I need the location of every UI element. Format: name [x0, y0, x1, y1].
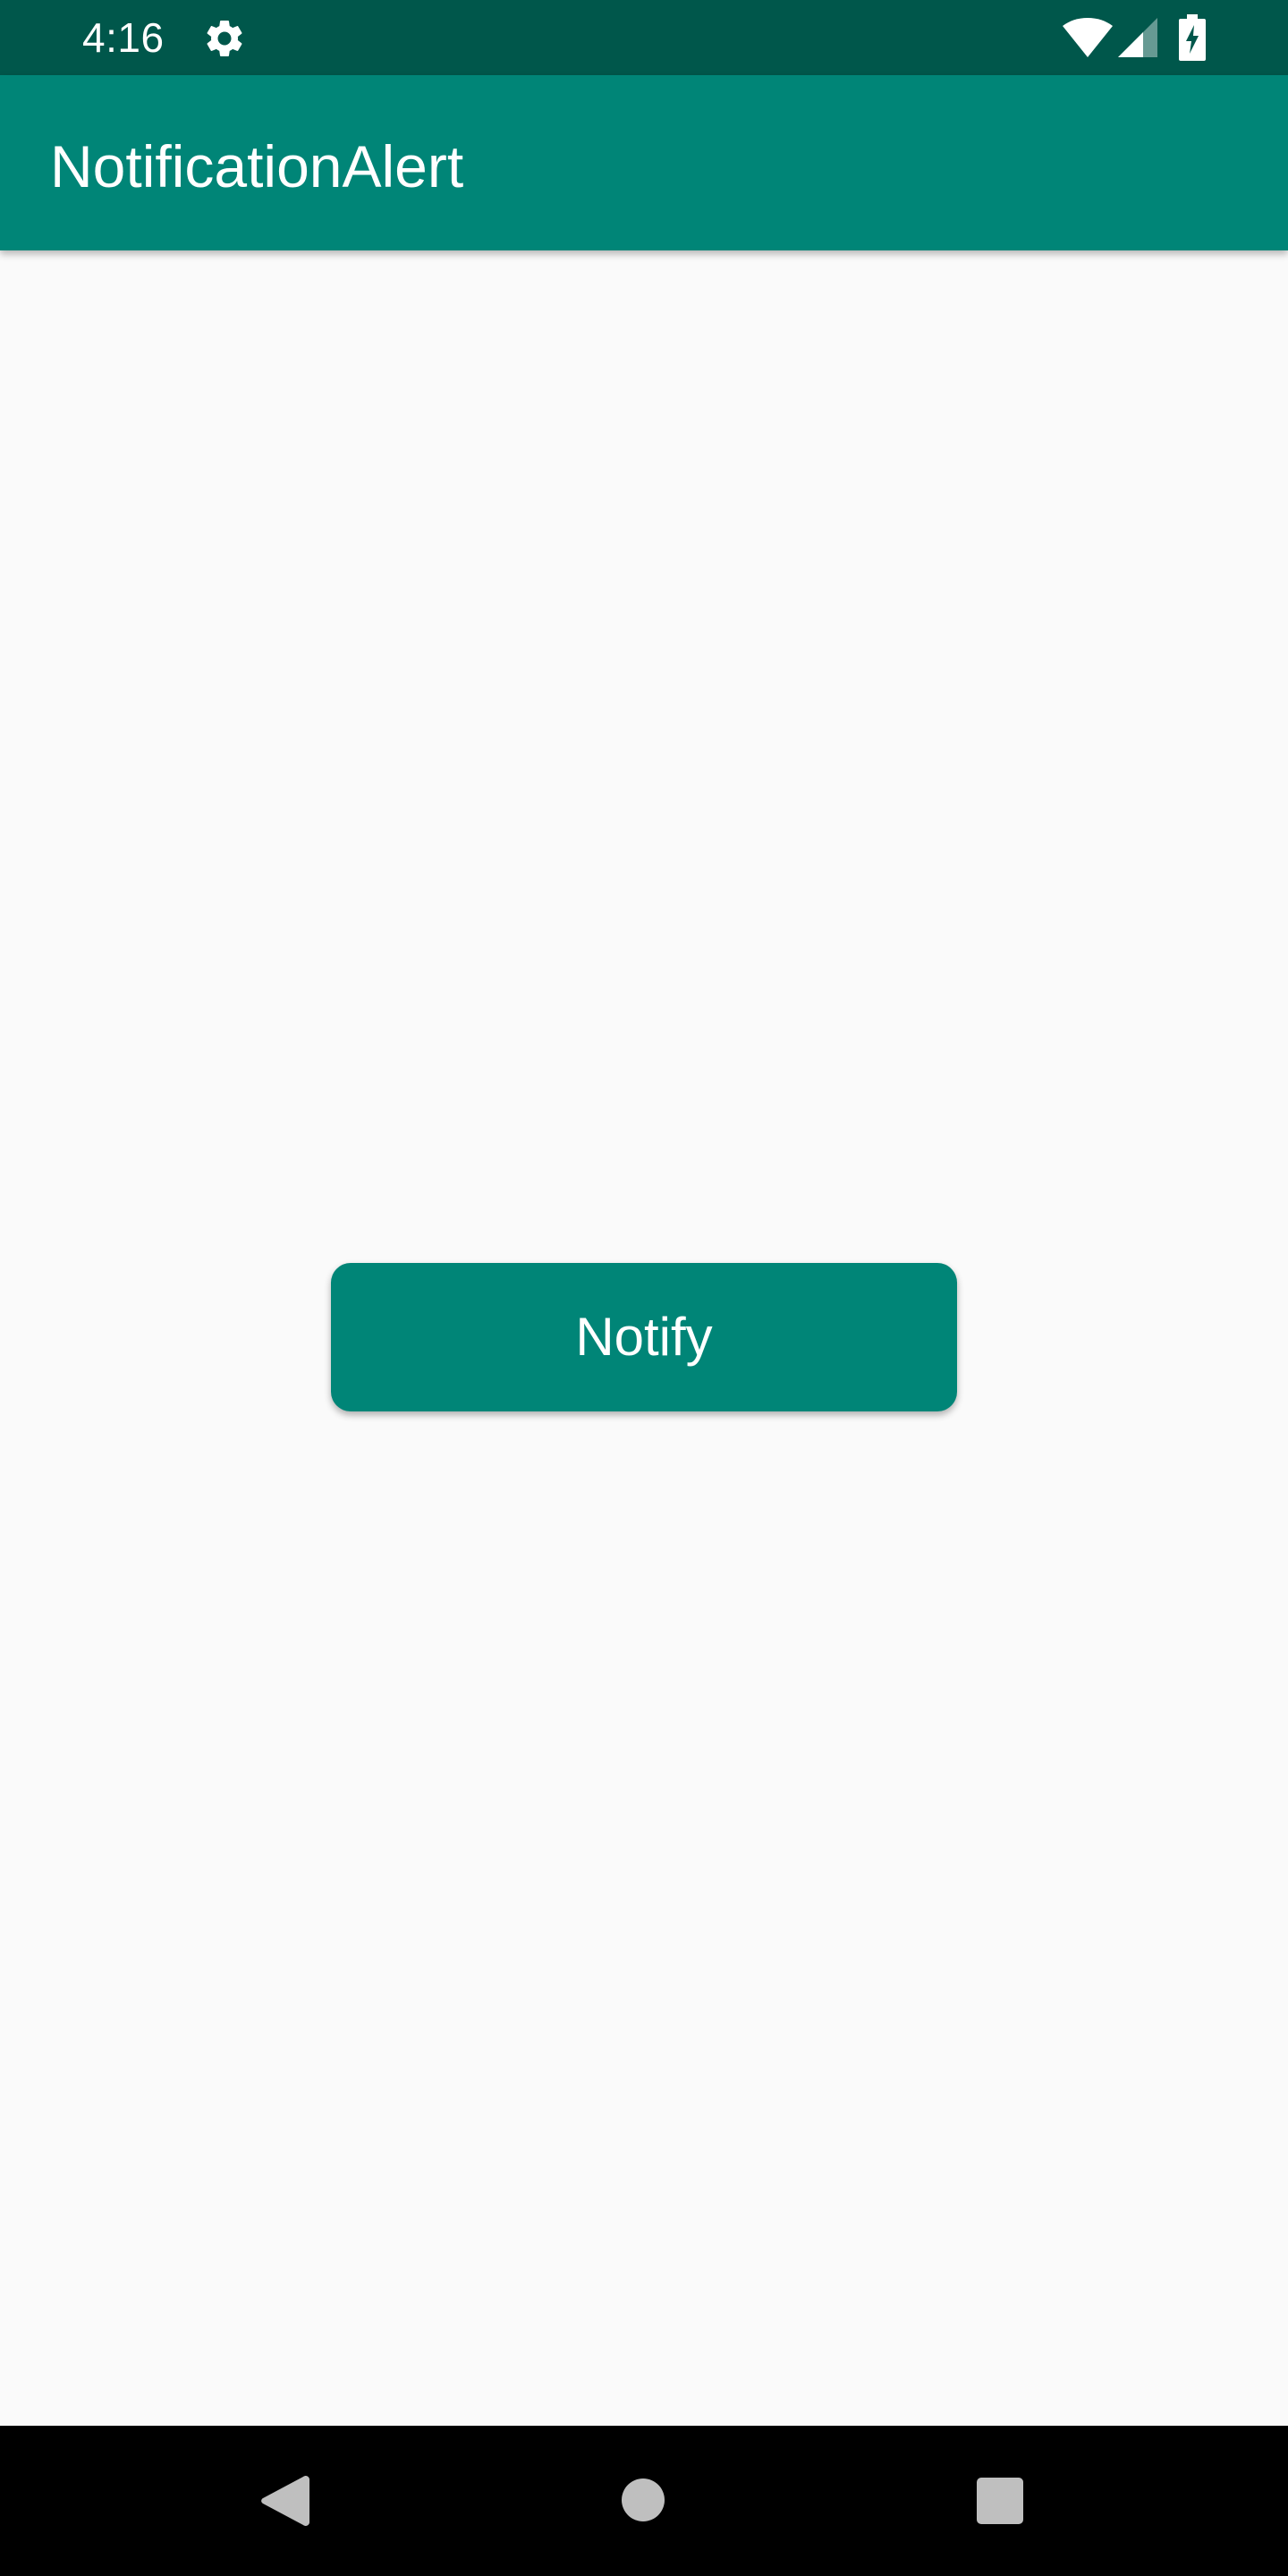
- back-icon[interactable]: [259, 2474, 309, 2528]
- gear-icon: [202, 16, 247, 61]
- status-bar: 4:16: [0, 0, 1288, 75]
- app-screen: 4:16 NotificationAlert Notify: [0, 0, 1288, 2576]
- notify-button[interactable]: Notify: [331, 1263, 957, 1411]
- status-time: 4:16: [82, 14, 165, 61]
- app-title: NotificationAlert: [50, 133, 464, 199]
- wifi-icon: [1063, 18, 1113, 57]
- recents-icon[interactable]: [977, 2478, 1023, 2524]
- battery-charging-icon: [1179, 14, 1206, 61]
- home-icon[interactable]: [621, 2478, 665, 2522]
- navigation-bar: [0, 2426, 1288, 2576]
- signal-icon: [1118, 18, 1157, 57]
- app-bar: NotificationAlert: [0, 75, 1288, 250]
